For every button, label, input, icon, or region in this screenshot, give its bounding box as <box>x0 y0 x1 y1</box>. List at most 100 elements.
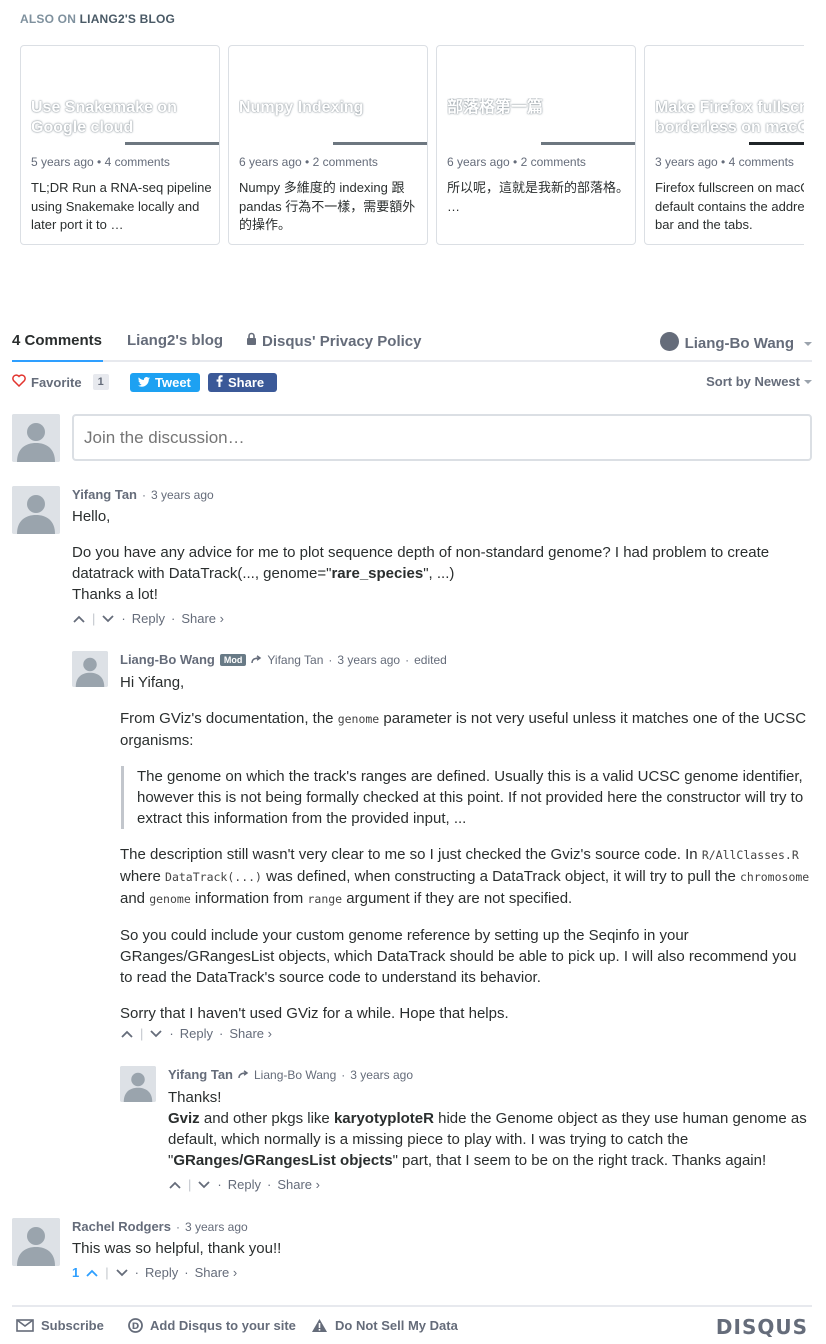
comment-text-part: was defined, when constructing a DataTra… <box>261 868 740 885</box>
comment-header: Liang-Bo Wang Mod Yifang Tan · 3 years a… <box>120 652 447 667</box>
upvote-icon[interactable] <box>168 1179 182 1191</box>
footer-separator: · <box>170 611 176 626</box>
comment-time[interactable]: 3 years ago <box>151 488 214 502</box>
tab-comments[interactable]: 4 Comments <box>12 332 102 349</box>
post-meta: 5 years ago • 4 comments <box>31 155 170 169</box>
related-post-card[interactable]: Make Firefox fullscreen borderless on ma… <box>644 45 804 245</box>
meta-separator: · <box>405 652 410 667</box>
downvote-icon[interactable] <box>101 613 115 625</box>
vote-separator: | <box>140 1026 144 1041</box>
comment-time[interactable]: 3 years ago <box>337 653 400 667</box>
comment-body: Thanks! Gviz and other pkgs like karyoty… <box>168 1087 812 1171</box>
comment-text: Do you have any advice for me to plot se… <box>72 542 812 584</box>
reply-link[interactable]: Reply <box>145 1265 178 1280</box>
facebook-icon <box>216 375 223 390</box>
share-label: Share <box>228 375 265 390</box>
upvote-icon[interactable] <box>120 1028 134 1040</box>
lock-icon <box>246 332 257 350</box>
avatar[interactable] <box>12 486 60 534</box>
reply-link[interactable]: Reply <box>228 1177 261 1192</box>
tab-blog[interactable]: Liang2's blog <box>127 332 223 349</box>
downvote-icon[interactable] <box>115 1267 129 1279</box>
facebook-share-button[interactable]: Share <box>208 373 277 392</box>
meta-separator: · <box>328 652 333 667</box>
user-avatar-icon <box>659 332 679 355</box>
comment-footer: | · Reply · Share › <box>120 1026 272 1041</box>
post-meta: 6 years ago • 2 comments <box>447 155 586 169</box>
user-menu[interactable]: Liang-Bo Wang <box>659 332 812 355</box>
comment-input[interactable] <box>72 414 812 461</box>
comment-text: So you could include your custom genome … <box>120 927 797 986</box>
comment-text-part: and <box>120 890 150 907</box>
tab-privacy-policy[interactable]: Disqus' Privacy Policy <box>246 332 421 350</box>
avatar[interactable] <box>12 1218 60 1266</box>
comment-time[interactable]: 3 years ago <box>185 1220 248 1234</box>
thread-toolbar: Favorite 1 Tweet Share Sort by Newest <box>12 372 812 396</box>
share-link[interactable]: Share › <box>277 1177 320 1192</box>
mod-badge: Mod <box>219 653 247 666</box>
upvote-icon[interactable] <box>72 613 86 625</box>
reply-link[interactable]: Reply <box>180 1026 213 1041</box>
parent-author[interactable]: Yifang Tan <box>267 653 323 667</box>
inline-code: range <box>307 892 343 906</box>
comment-author[interactable]: Yifang Tan <box>168 1067 233 1082</box>
sort-dropdown[interactable]: Sort by Newest <box>706 374 812 389</box>
post-thumbnail-bar <box>125 142 219 145</box>
comment-text-part: " part, that I seem to be on the right t… <box>392 1152 767 1169</box>
post-thumbnail-bar <box>333 142 427 145</box>
add-disqus-label: Add Disqus to your site <box>150 1318 296 1333</box>
comment-author[interactable]: Rachel Rodgers <box>72 1219 171 1234</box>
avatar[interactable] <box>120 1066 156 1102</box>
footer-separator: · <box>266 1177 272 1192</box>
do-not-sell-link[interactable]: Do Not Sell My Data <box>311 1318 458 1333</box>
inline-code: chromosome <box>739 870 810 884</box>
also-on-blog-name: LIANG2'S BLOG <box>79 12 176 26</box>
downvote-icon[interactable] <box>197 1179 211 1191</box>
comment-text-bold: Gviz <box>168 1110 200 1127</box>
post-thumbnail-title: 部落格第一篇 <box>447 99 544 116</box>
disqus-logo[interactable]: DISQUS <box>716 1315 808 1339</box>
parent-author[interactable]: Liang-Bo Wang <box>254 1068 336 1082</box>
comment-text-part: The description still wasn't very clear … <box>120 846 702 863</box>
tweet-button[interactable]: Tweet <box>130 373 200 392</box>
reply-link[interactable]: Reply <box>132 611 165 626</box>
subscribe-label: Subscribe <box>41 1318 104 1333</box>
comment-author[interactable]: Liang-Bo Wang <box>120 652 215 667</box>
share-link[interactable]: Share › <box>229 1026 272 1041</box>
comment-author[interactable]: Yifang Tan <box>72 487 137 502</box>
disqus-d-icon: D <box>128 1318 143 1333</box>
inline-code: R/AllClasses.R <box>701 848 799 862</box>
footer-separator: · <box>184 1265 189 1280</box>
upvote-icon[interactable] <box>85 1267 99 1279</box>
related-post-card[interactable]: 部落格第一篇 6 years ago • 2 comments 所以呢，這就是我… <box>436 45 636 245</box>
also-on-heading: ALSO ON LIANG2'S BLOG <box>20 12 175 26</box>
related-posts-carousel: Use Snakemake on Google cloud 5 years ag… <box>20 45 804 245</box>
comment-time[interactable]: 3 years ago <box>350 1068 413 1082</box>
footer-separator: · <box>218 1026 224 1041</box>
avatar[interactable] <box>72 651 108 687</box>
add-disqus-link[interactable]: D Add Disqus to your site <box>128 1318 296 1333</box>
also-on-prefix: ALSO ON <box>20 12 77 26</box>
twitter-icon <box>138 375 150 390</box>
post-thumbnail-bar <box>749 142 804 145</box>
reply-arrow-icon <box>238 1070 249 1079</box>
favorite-button[interactable]: Favorite 1 <box>12 374 109 390</box>
reply-arrow-icon <box>251 655 262 664</box>
active-tab-indicator <box>12 360 103 362</box>
meta-separator: · <box>142 487 146 502</box>
blockquote: The genome on which the track's ranges a… <box>121 766 811 829</box>
tweet-label: Tweet <box>155 375 191 390</box>
comment-text: Sorry that I haven't used GViz for a whi… <box>120 1005 509 1022</box>
related-post-card[interactable]: Numpy Indexing 6 years ago • 2 comments … <box>228 45 428 245</box>
downvote-icon[interactable] <box>149 1028 163 1040</box>
comment-body: Hello, Do you have any advice for me to … <box>72 506 812 605</box>
comment-text-part: argument if they are not specified. <box>342 890 573 907</box>
footer-separator: · <box>217 1177 222 1192</box>
comment-text-part: ", ...) <box>423 565 455 582</box>
comment-text-bold: karyotyploteR <box>333 1110 434 1127</box>
post-meta: 6 years ago • 2 comments <box>239 155 378 169</box>
share-link[interactable]: Share › <box>181 611 224 626</box>
subscribe-link[interactable]: Subscribe <box>16 1318 104 1333</box>
related-post-card[interactable]: Use Snakemake on Google cloud 5 years ag… <box>20 45 220 245</box>
share-link[interactable]: Share › <box>195 1265 238 1280</box>
